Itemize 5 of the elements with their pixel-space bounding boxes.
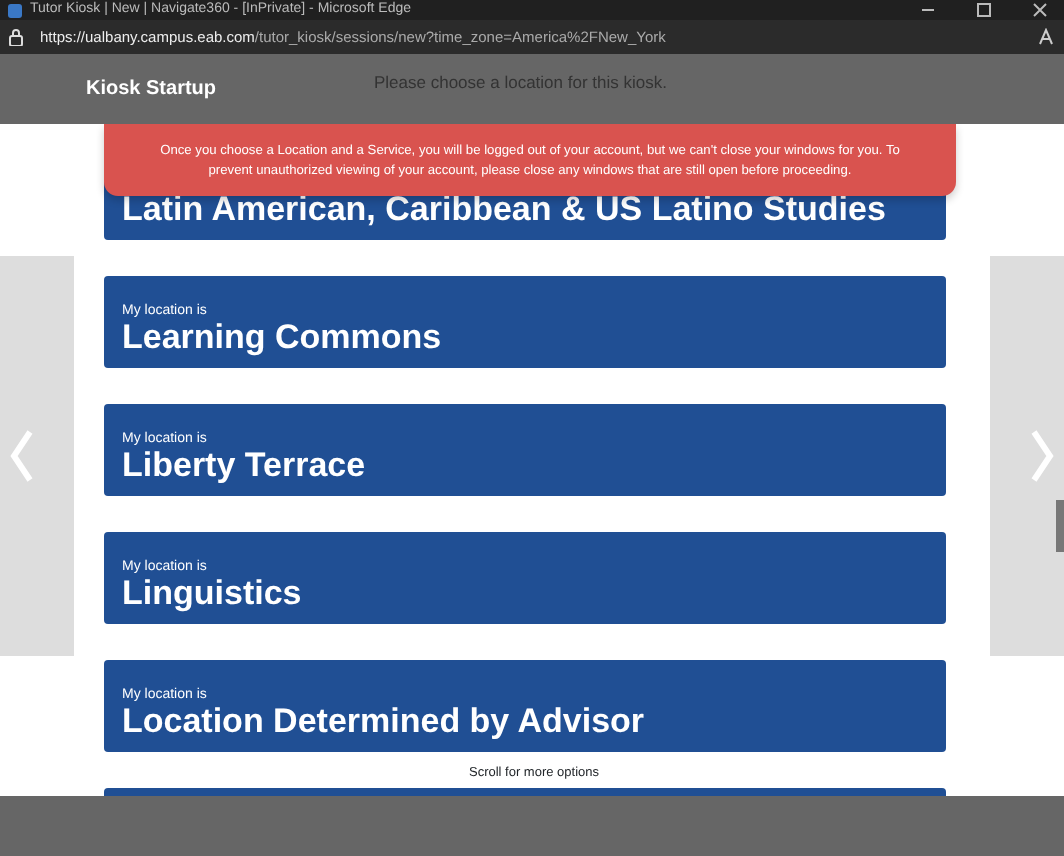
location-name: Liberty Terrace: [122, 446, 368, 486]
location-name: Learning Commons: [122, 318, 444, 358]
location-name: Linguistics: [122, 574, 304, 614]
location-name: Location Determined by Advisor: [122, 702, 647, 742]
page-title: Kiosk Startup: [86, 76, 219, 104]
